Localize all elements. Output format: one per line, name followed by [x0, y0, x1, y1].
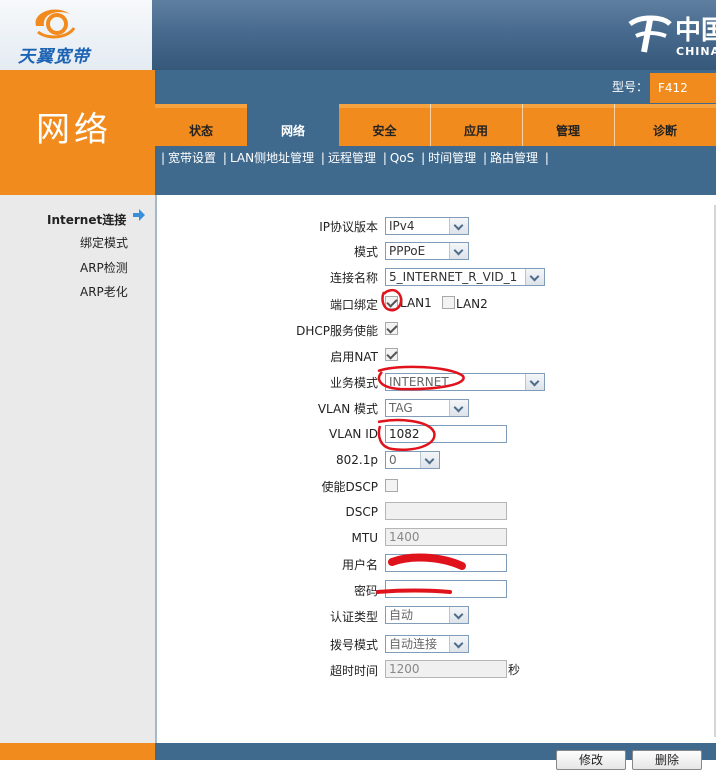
footer-left [0, 743, 155, 760]
dial-mode-select[interactable]: 自动连接 [385, 635, 469, 653]
chevron-down-icon [449, 607, 468, 623]
chevron-down-icon [449, 243, 468, 259]
port-binding-label: 端口绑定 [329, 298, 378, 312]
password-label: 密码 [353, 584, 378, 598]
connection-name-select[interactable]: 5_INTERNET_R_VID_1 [385, 268, 545, 286]
chevron-down-icon [449, 400, 468, 416]
tab-network[interactable]: 网络 [247, 104, 339, 146]
lan1-checkbox[interactable] [385, 296, 398, 309]
tianyi-logo-icon [35, 9, 76, 39]
ip-version-value: IPv4 [389, 219, 415, 233]
dscp-enable-checkbox[interactable] [385, 479, 398, 492]
auth-type-select[interactable]: 自动 [385, 606, 469, 624]
tab-applications[interactable]: 应用 [430, 104, 522, 146]
sidebar [0, 195, 155, 743]
brand-logo-text: 天翼宽带 [18, 47, 90, 67]
ip-version-label: IP协议版本 [319, 220, 378, 234]
tab-security[interactable]: 安全 [339, 104, 430, 146]
model-value: F412 [650, 73, 716, 103]
subnav-remote-management[interactable]: 远程管理 [328, 151, 376, 165]
telecom-name-cn: 中国 [675, 16, 716, 46]
chevron-down-icon [449, 636, 468, 652]
vlan-id-label: VLAN ID [329, 427, 378, 441]
dhcp-enable-checkbox[interactable] [385, 322, 398, 335]
chevron-down-icon [420, 452, 439, 468]
chevron-down-icon [449, 218, 468, 234]
vlan-mode-value: TAG [389, 401, 413, 415]
dscp-enable-label: 使能DSCP [321, 480, 378, 494]
ip-version-select[interactable]: IPv4 [385, 217, 469, 235]
dial-mode-label: 拨号模式 [329, 638, 378, 652]
mtu-input[interactable]: 1400 [385, 528, 507, 546]
main-tabs: 状态 网络 安全 应用 管理 诊断 [155, 104, 716, 146]
priority-label: 802.1p [336, 453, 378, 467]
dscp-label: DSCP [345, 505, 378, 519]
nat-enable-checkbox[interactable] [385, 348, 398, 361]
subnav-time-management[interactable]: 时间管理 [428, 151, 476, 165]
idle-timeout-label: 超时时间 [329, 664, 378, 678]
sidebar-item-arp-aging[interactable]: ARP老化 [80, 283, 128, 300]
sidebar-item-arp-detection[interactable]: ARP检测 [80, 259, 128, 276]
arrow-right-icon [133, 209, 145, 221]
nat-enable-label: 启用NAT [330, 350, 378, 364]
sidebar-item-binding-mode[interactable]: 绑定模式 [80, 234, 128, 251]
subnav-route-management[interactable]: 路由管理 [490, 151, 538, 165]
sub-navigation: | 宽带设置 | LAN侧地址管理 | 远程管理 | QoS | 时间管理 | 路由管理 | [161, 151, 549, 165]
mtu-label: MTU [351, 531, 378, 545]
dscp-input[interactable] [385, 502, 507, 520]
mode-select[interactable]: PPPoE [385, 242, 469, 260]
tab-divider [614, 104, 615, 146]
priority-value: 0 [389, 453, 397, 467]
subnav-broadband-settings[interactable]: 宽带设置 [168, 151, 216, 165]
dial-mode-value: 自动连接 [389, 637, 438, 651]
model-label: 型号： [612, 80, 649, 94]
telecom-name-en: CHINA [676, 45, 716, 58]
lan2-checkbox[interactable] [442, 296, 455, 309]
delete-button[interactable]: 删除 [632, 750, 702, 770]
idle-timeout-input[interactable]: 1200 [385, 660, 507, 678]
mode-value: PPPoE [389, 244, 426, 258]
tab-divider [522, 104, 523, 146]
dhcp-enable-label: DHCP服务使能 [296, 324, 378, 338]
section-header: 网络 [0, 70, 155, 195]
username-label: 用户名 [341, 558, 378, 572]
priority-select[interactable]: 0 [385, 451, 440, 469]
sidebar-item-internet-connection[interactable]: Internet连接 [47, 211, 126, 228]
vlan-mode-select[interactable]: TAG [385, 399, 469, 417]
subnav-lan-address[interactable]: LAN侧地址管理 [230, 151, 314, 165]
lan1-label: LAN1 [400, 296, 432, 310]
page-header: 天翼宽带 中国 CHINA [0, 0, 716, 70]
username-input[interactable] [385, 554, 507, 572]
tab-divider [430, 104, 431, 146]
password-input[interactable] [385, 580, 507, 598]
tab-management[interactable]: 管理 [522, 104, 614, 146]
chevron-down-icon [525, 269, 544, 285]
brand-logo: 天翼宽带 [0, 0, 152, 70]
service-mode-label: 业务模式 [329, 376, 378, 390]
connection-name-label: 连接名称 [329, 271, 378, 285]
subnav-qos[interactable]: QoS [390, 151, 414, 165]
connection-name-value: 5_INTERNET_R_VID_1 [389, 270, 518, 284]
idle-timeout-unit: 秒 [508, 663, 521, 677]
vlan-id-input[interactable]: 1082 [385, 425, 507, 443]
section-title: 网络 [36, 110, 112, 150]
tab-diagnostics[interactable]: 诊断 [614, 104, 716, 146]
service-mode-value: INTERNET [389, 375, 449, 389]
service-mode-select[interactable]: INTERNET [385, 373, 545, 391]
vlan-mode-label: VLAN 模式 [317, 402, 378, 416]
auth-type-value: 自动 [389, 608, 414, 622]
tab-status[interactable]: 状态 [155, 104, 247, 146]
mode-label: 模式 [353, 245, 378, 259]
auth-type-label: 认证类型 [329, 610, 378, 624]
chevron-down-icon [525, 374, 544, 390]
modify-button[interactable]: 修改 [556, 750, 626, 770]
lan2-label: LAN2 [456, 297, 488, 311]
